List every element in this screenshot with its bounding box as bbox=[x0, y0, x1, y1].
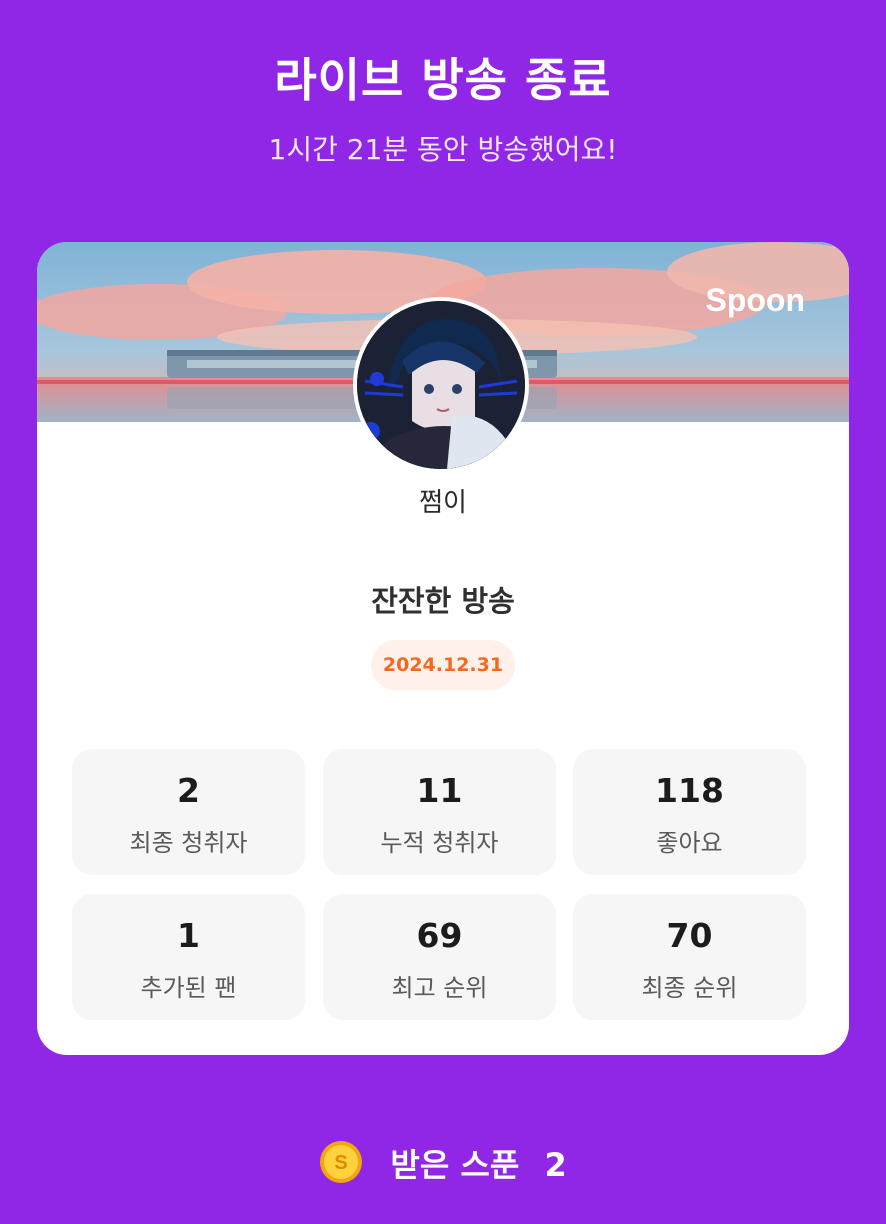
stat-label: 추가된 팬 bbox=[140, 974, 237, 1002]
stat-best-rank: 69 최고 순위 bbox=[323, 894, 556, 1020]
stat-final-listeners: 2 최종 청취자 bbox=[72, 749, 305, 875]
date-badge: 2024.12.31 bbox=[371, 640, 515, 690]
received-spoons: S 받은 스푼 2 bbox=[0, 1140, 886, 1186]
broadcast-title: 잔잔한 방송 bbox=[371, 584, 515, 618]
stat-label: 좋아요 bbox=[656, 829, 723, 857]
broadcast-summary-card: Spoon 쩜이 잔잔한 방송 2024.12.31 2 최종 청취자 11 누… bbox=[37, 242, 849, 1055]
broadcast-duration: 1시간 21분 동안 방송했어요! bbox=[268, 133, 618, 166]
spoon-coin-icon: S bbox=[319, 1140, 363, 1184]
stat-label: 최종 청취자 bbox=[129, 829, 248, 857]
stat-final-rank: 70 최종 순위 bbox=[573, 894, 806, 1020]
spoons-label: 받은 스푼 bbox=[390, 1146, 520, 1184]
stat-new-fans: 1 추가된 팬 bbox=[72, 894, 305, 1020]
username: 쩜이 bbox=[419, 488, 467, 518]
avatar[interactable] bbox=[353, 297, 529, 473]
stat-value: 11 bbox=[416, 771, 463, 810]
stat-total-listeners: 11 누적 청취자 bbox=[323, 749, 556, 875]
stat-value: 118 bbox=[655, 771, 724, 810]
stat-label: 누적 청취자 bbox=[380, 829, 499, 857]
stat-value: 1 bbox=[177, 916, 200, 955]
stat-value: 70 bbox=[666, 916, 713, 955]
stat-likes: 118 좋아요 bbox=[573, 749, 806, 875]
svg-text:S: S bbox=[335, 1152, 348, 1174]
spoon-logo: Spoon bbox=[705, 282, 805, 318]
stat-label: 최고 순위 bbox=[391, 974, 488, 1002]
stat-value: 69 bbox=[416, 916, 463, 955]
page-title: 라이브 방송 종료 bbox=[274, 53, 612, 107]
stat-value: 2 bbox=[177, 771, 200, 810]
spoons-count: 2 bbox=[544, 1146, 567, 1184]
stat-label: 최종 순위 bbox=[641, 974, 738, 1002]
